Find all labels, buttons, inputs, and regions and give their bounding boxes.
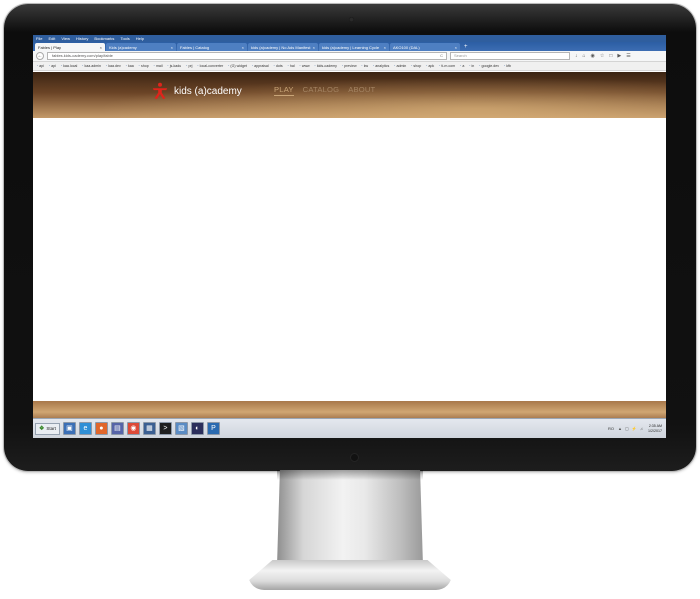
tab-learning-cycle[interactable]: kids (a)cademy | Learning Cycle × (319, 43, 389, 51)
bookmark-item[interactable]: kaa (125, 64, 134, 68)
bookmark-item[interactable]: hal (287, 64, 295, 68)
nav-about[interactable]: ABOUT (348, 85, 375, 96)
menu-icon[interactable]: ☰ (626, 52, 630, 60)
bookmark-item[interactable]: shop (410, 64, 421, 68)
pocket-icon[interactable]: ◉ (591, 52, 595, 60)
bookmark-item[interactable]: kfb (503, 64, 511, 68)
system-tray: RO ▲ ▢ ⚡ ♫ 2:35 AM 1/2/2017 (608, 424, 666, 434)
site-nav: PLAY CATALOG ABOUT (274, 85, 375, 96)
tab-fables-catalog[interactable]: Fables | Catalog × (177, 43, 247, 51)
taskbar-apps: ▣ e ● ▤ ◉ ▦ > ▧ ◐ P (62, 422, 220, 435)
close-tab-icon[interactable]: × (242, 45, 244, 50)
close-tab-icon[interactable]: × (384, 45, 386, 50)
nav-play[interactable]: PLAY (274, 85, 294, 96)
bookmark-item[interactable]: prj (185, 64, 192, 68)
reload-icon[interactable]: C (440, 53, 446, 59)
menu-help[interactable]: Help (136, 35, 144, 42)
new-tab-button[interactable]: + (461, 43, 468, 51)
bookmarks-bar: apiapikaa.localkaa.adminkaa.devkaashopma… (33, 62, 666, 71)
language-indicator[interactable]: RO (608, 426, 614, 431)
search-input[interactable]: Search (450, 52, 570, 60)
bookmark-item[interactable]: js-kadu (167, 64, 182, 68)
url-text: fables.kids-cademy.com/play/fable (52, 53, 113, 58)
kid-logo-icon (152, 82, 168, 100)
menu-edit[interactable]: Edit (48, 35, 55, 42)
firefox-icon[interactable]: ● (94, 422, 108, 435)
toolbar-icons: ↓ ⌂ ◉ ☆ □ ▶ ☰ (575, 52, 631, 60)
power-indicator (350, 453, 359, 462)
bookmark-item[interactable]: admin (393, 64, 406, 68)
menu-history[interactable]: History (76, 35, 88, 42)
eclipse-icon[interactable]: ◐ (190, 422, 204, 435)
photoshop-icon[interactable]: P (206, 422, 220, 435)
close-tab-icon[interactable]: × (171, 45, 173, 50)
bookmark-item[interactable]: (G) widget (227, 64, 247, 68)
sync-icon[interactable]: □ (609, 52, 612, 60)
close-tab-icon[interactable]: × (313, 45, 315, 50)
image-icon[interactable]: ▧ (174, 422, 188, 435)
windows-taskbar: ❖ Start ▣ e ● ▤ ◉ ▦ > ▧ ◐ P RO ▲ ▢ ⚡ ♫ 2:35 AM 1/… (33, 418, 666, 438)
bookmark-item[interactable]: appraisal (251, 64, 269, 68)
star-icon[interactable]: ☆ (600, 52, 604, 60)
windows-logo-icon: ❖ (39, 425, 45, 432)
tab-strip: Fables | Play × Kids (a)cademy × Fables … (33, 42, 666, 51)
close-tab-icon[interactable]: × (455, 45, 457, 50)
bookmark-item[interactable]: kaa.dev (105, 64, 121, 68)
site-header: kids (a)cademy PLAY CATALOG ABOUT (33, 72, 666, 118)
bookmark-item[interactable]: apk (425, 64, 434, 68)
menu-bar: File Edit View History Bookmarks Tools H… (33, 35, 666, 42)
ie-icon[interactable]: e (78, 422, 92, 435)
kids-academy-site: kids (a)cademy PLAY CATALOG ABOUT (33, 72, 666, 423)
tray-icons[interactable]: ▲ ▢ ⚡ ♫ (618, 426, 644, 431)
bookmark-item[interactable]: analytics (372, 64, 389, 68)
monitor-stand (277, 470, 423, 566)
share-icon[interactable]: ▶ (617, 52, 621, 60)
tab-no-ads-manifest[interactable]: kids (a)cademy | No Ads Manifest × (248, 43, 318, 51)
bookmark-item[interactable]: ti-m.com (438, 64, 455, 68)
bookmark-item[interactable]: www (299, 64, 310, 68)
page-content (33, 118, 666, 401)
bookmark-item[interactable]: shop (138, 64, 149, 68)
site-logo[interactable]: kids (a)cademy (151, 82, 242, 100)
nav-catalog[interactable]: CATALOG (303, 85, 340, 96)
save-icon[interactable]: ▤ (110, 422, 124, 435)
tab-kids-academy[interactable]: Kids (a)cademy × (106, 43, 176, 51)
bookmark-item[interactable]: a (459, 64, 464, 68)
start-button[interactable]: ❖ Start (35, 422, 60, 435)
explorer-icon[interactable]: ▣ (62, 422, 76, 435)
bookmark-item[interactable]: kaa.local (60, 64, 77, 68)
bookmark-item[interactable]: api (48, 64, 56, 68)
menu-bookmarks[interactable]: Bookmarks (94, 35, 114, 42)
menu-view[interactable]: View (61, 35, 70, 42)
bookmark-item[interactable]: api (36, 64, 44, 68)
clock[interactable]: 2:35 AM 1/2/2017 (648, 424, 662, 434)
bookmark-item[interactable]: local-converter (196, 64, 224, 68)
home-icon[interactable]: ⌂ (583, 52, 586, 60)
webcam-icon (349, 17, 354, 22)
tab-fables-play[interactable]: Fables | Play × (35, 43, 105, 51)
brand-name: kids (a)cademy (174, 85, 242, 97)
chrome-icon[interactable]: ◉ (126, 422, 140, 435)
bookmark-item[interactable]: google.dev (478, 64, 499, 68)
bookmark-item[interactable]: kaa.admin (81, 64, 101, 68)
tab-ako100[interactable]: AKO100 (DAL) × (390, 43, 460, 51)
download-icon[interactable]: ↓ (575, 52, 578, 60)
bookmark-item[interactable]: preview (341, 64, 356, 68)
address-bar[interactable]: fables.kids-cademy.com/play/fable C (47, 52, 447, 60)
close-tab-icon[interactable]: × (100, 45, 102, 50)
bookmark-item[interactable]: dots (273, 64, 283, 68)
bookmark-item[interactable]: kids-cademy (314, 64, 337, 68)
network-icon[interactable]: ▦ (142, 422, 156, 435)
bookmark-item[interactable]: kw (361, 64, 368, 68)
monitor-base (248, 560, 452, 590)
screen: File Edit View History Bookmarks Tools H… (33, 35, 666, 438)
terminal-icon[interactable]: > (158, 422, 172, 435)
menu-file[interactable]: File (36, 35, 42, 42)
bookmark-item[interactable]: mail (153, 64, 163, 68)
monitor-stage: File Edit View History Bookmarks Tools H… (0, 0, 700, 599)
back-button[interactable]: ← (36, 52, 44, 60)
bookmark-item[interactable]: in (468, 64, 474, 68)
navigation-bar: ← fables.kids-cademy.com/play/fable C Se… (33, 51, 666, 62)
menu-tools[interactable]: Tools (120, 35, 129, 42)
